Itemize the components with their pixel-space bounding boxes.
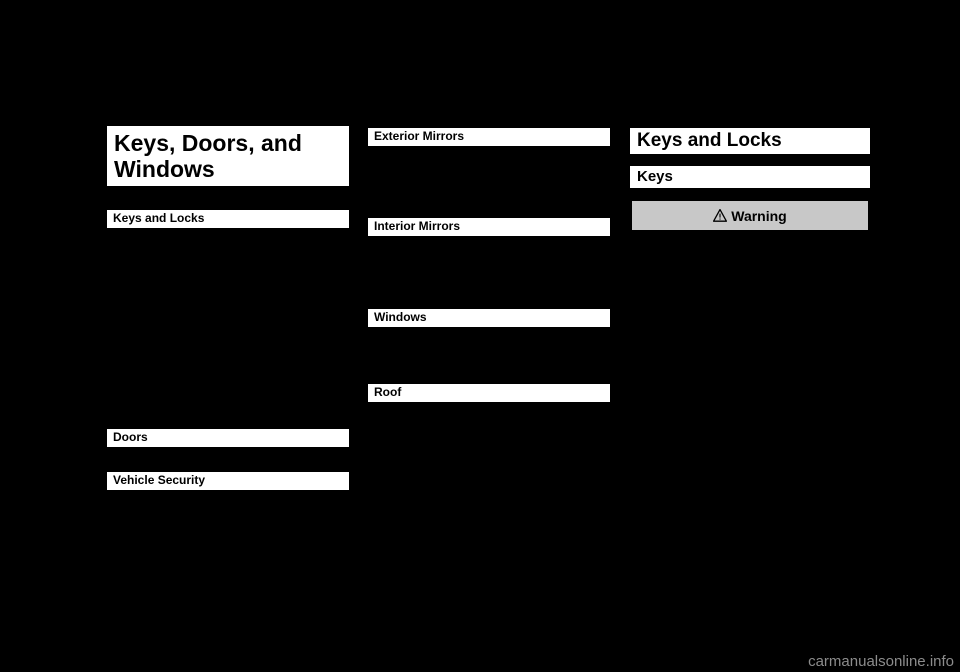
chapter-title-line-2: Windows <box>114 155 215 182</box>
warning-triangle-icon <box>713 209 728 222</box>
section-label: Keys <box>637 167 673 185</box>
section-label: Windows <box>374 310 427 325</box>
document-page: Keys, Doors, and Windows Keys and Locks … <box>0 0 960 672</box>
page-title-keys-and-locks: Keys and Locks <box>630 128 870 154</box>
chapter-title: Keys, Doors, and Windows <box>107 126 349 186</box>
section-heading-interior-mirrors: Interior Mirrors <box>368 218 610 236</box>
page-title-label: Keys and Locks <box>637 130 782 152</box>
chapter-title-line-1: Keys, Doors, and <box>114 130 302 156</box>
section-label: Doors <box>113 430 148 445</box>
warning-callout: Warning <box>631 200 869 231</box>
warning-label: Warning <box>731 207 787 224</box>
section-heading-keys-and-locks: Keys and Locks <box>107 210 349 228</box>
section-heading-doors: Doors <box>107 429 349 447</box>
section-label: Vehicle Security <box>113 473 206 488</box>
section-heading-exterior-mirrors: Exterior Mirrors <box>368 128 610 146</box>
section-label: Keys and Locks <box>113 211 205 226</box>
section-heading-roof: Roof <box>368 384 610 402</box>
section-heading-vehicle-security: Vehicle Security <box>107 472 349 490</box>
section-label: Interior Mirrors <box>374 219 461 234</box>
section-heading-windows: Windows <box>368 309 610 327</box>
section-label: Exterior Mirrors <box>374 129 465 144</box>
section-label: Roof <box>374 385 402 400</box>
footer-watermark: carmanualsonline.info <box>808 653 954 670</box>
section-heading-keys: Keys <box>630 166 870 188</box>
